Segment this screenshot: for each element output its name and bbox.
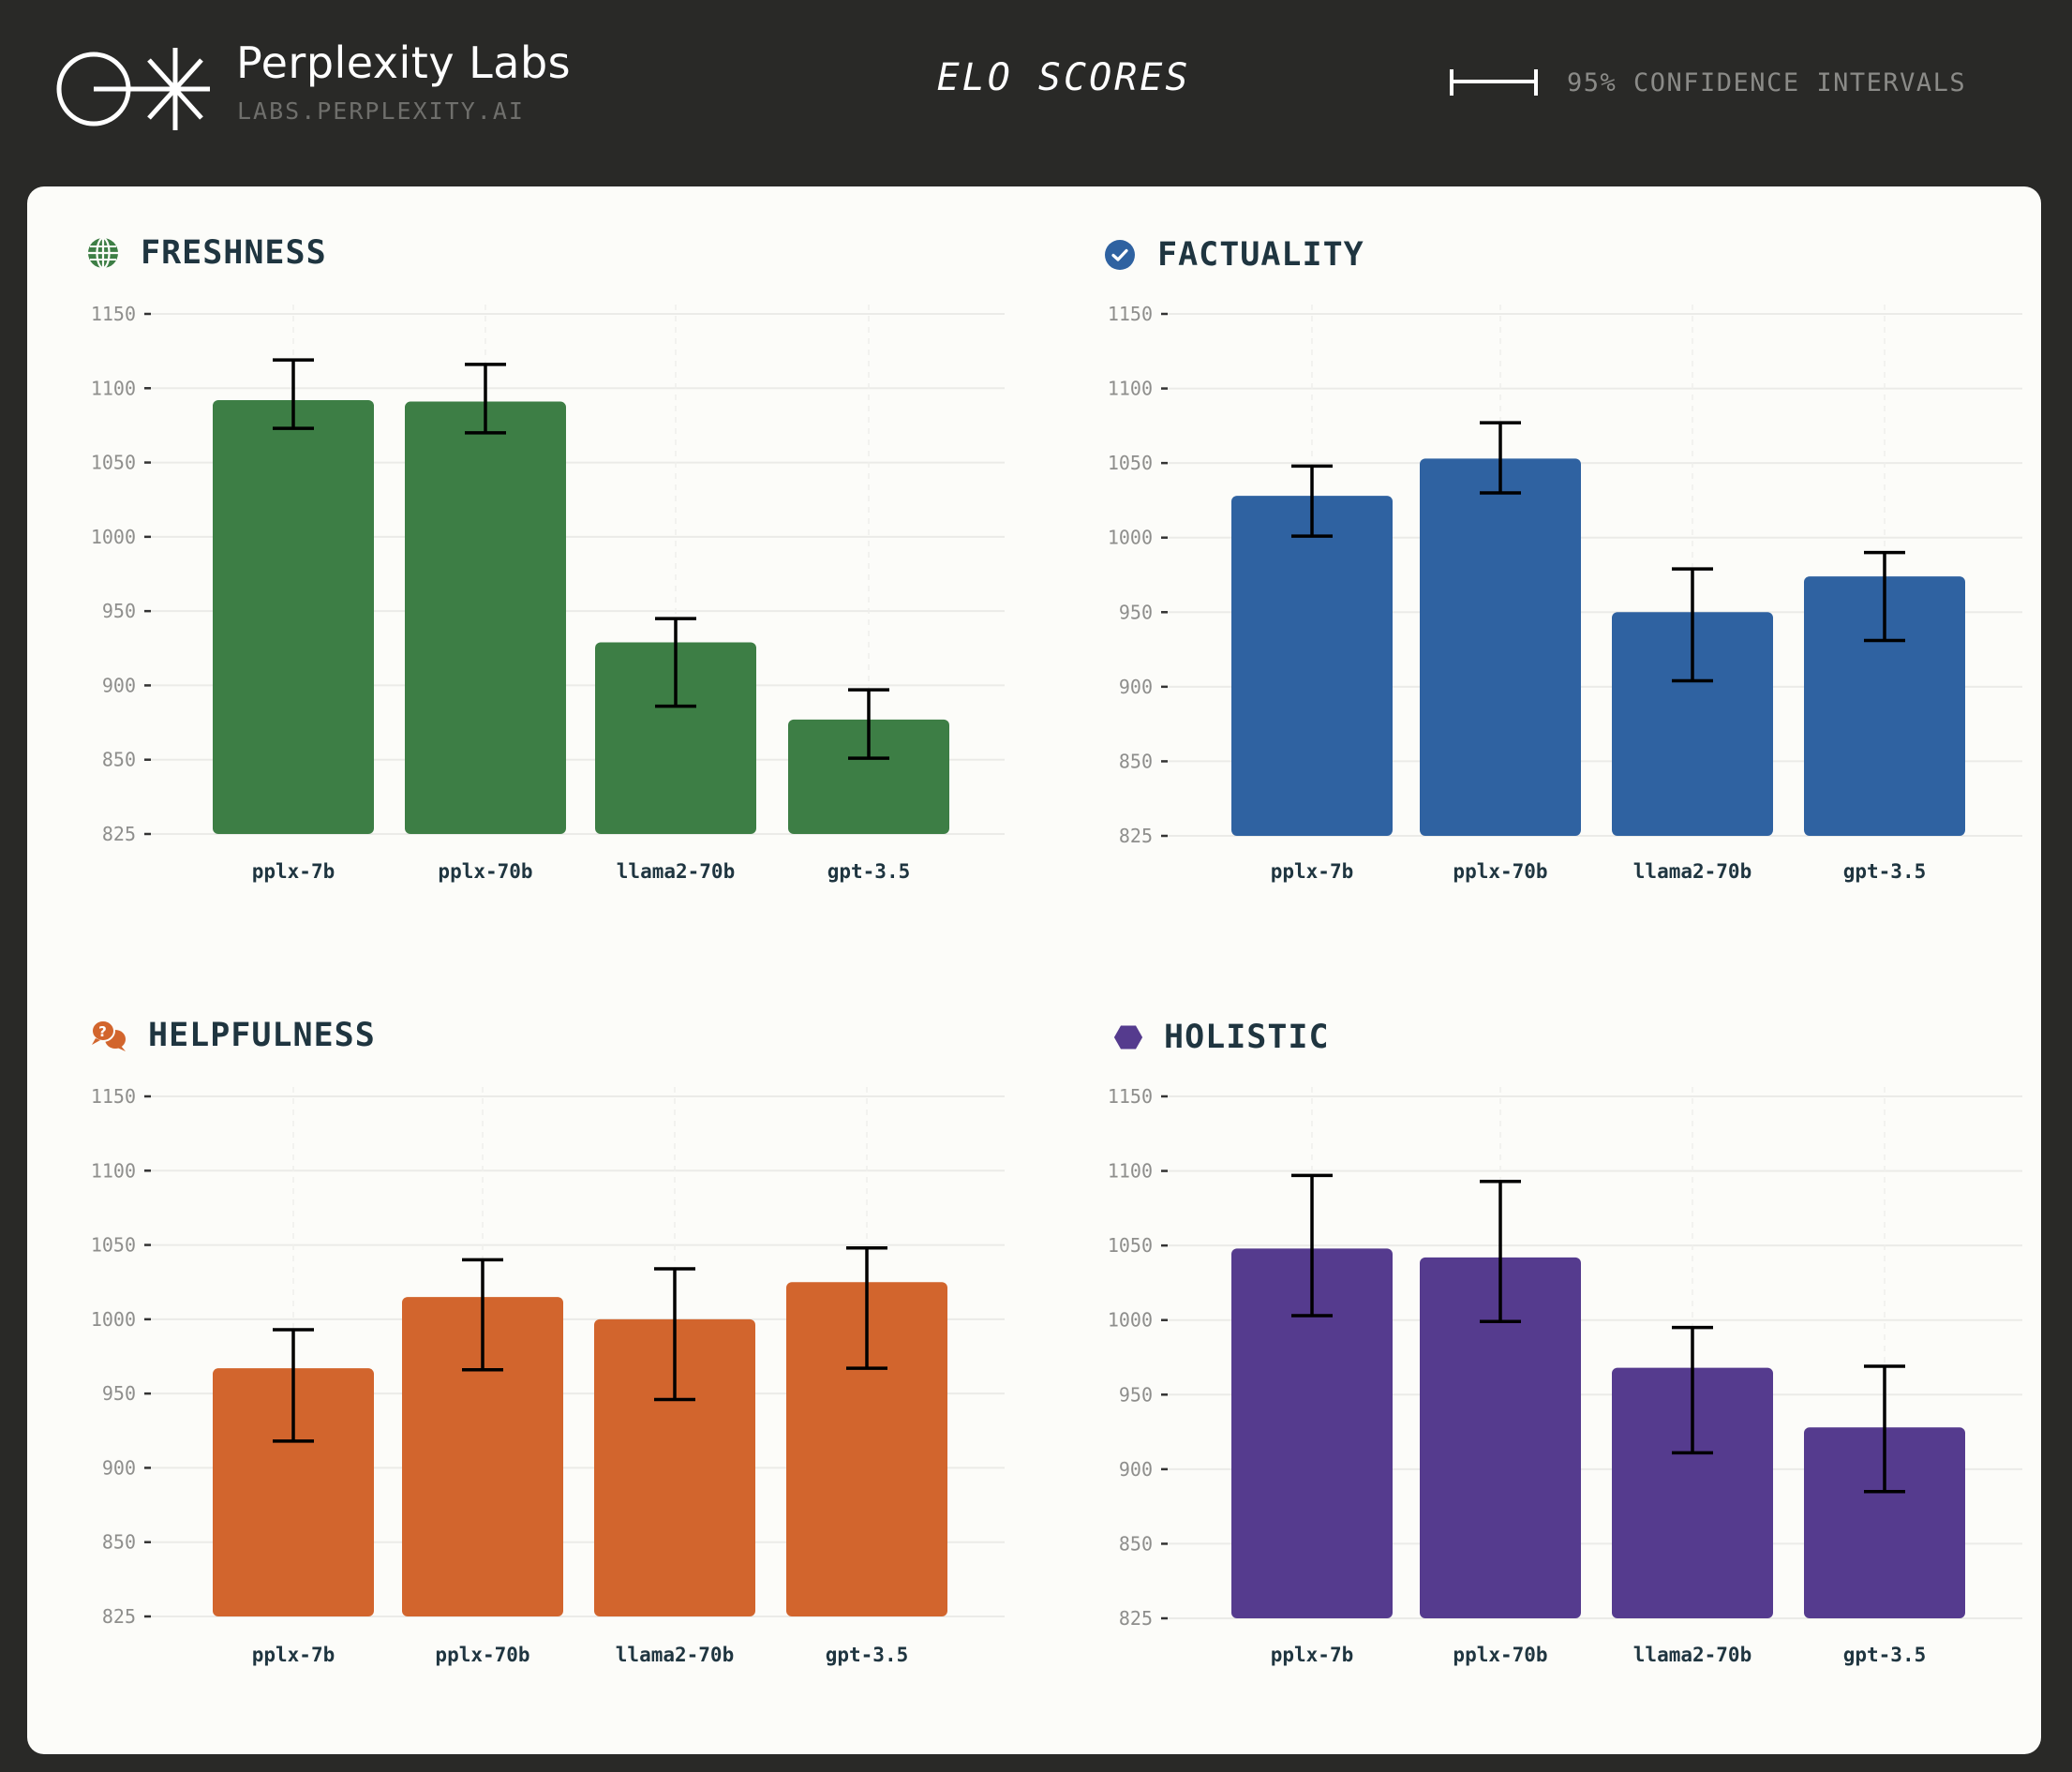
panel-title-text: FRESHNESS xyxy=(141,234,327,272)
chat-question-icon: ? xyxy=(91,1020,126,1051)
panel-title-text: HOLISTIC xyxy=(1164,1019,1330,1056)
panel-title-text: FACTUALITY xyxy=(1157,236,1364,274)
panel-title-freshness: FRESHNESS xyxy=(86,234,327,272)
header: Perplexity Labs LABS.PERPLEXITY.AI ELO S… xyxy=(0,0,2072,186)
panel-title-holistic: HOLISTIC xyxy=(1113,1019,1330,1056)
confidence-interval-legend: 95% CONFIDENCE INTERVALS xyxy=(1449,64,1966,101)
charts-card xyxy=(27,186,2041,1754)
brand-subtitle[interactable]: LABS.PERPLEXITY.AI xyxy=(237,97,525,125)
legend-text: 95% CONFIDENCE INTERVALS xyxy=(1567,67,1967,97)
hexagon-icon xyxy=(1113,1025,1143,1050)
svg-text:?: ? xyxy=(98,1023,108,1040)
panel-title-helpfulness: ? HELPFULNESS xyxy=(90,1017,376,1054)
error-bar-icon xyxy=(1450,69,1538,96)
check-circle-icon xyxy=(1105,240,1135,270)
panel-title-factuality: FACTUALITY xyxy=(1103,236,1364,274)
panel-title-text: HELPFULNESS xyxy=(148,1017,376,1054)
globe-icon xyxy=(88,236,118,270)
